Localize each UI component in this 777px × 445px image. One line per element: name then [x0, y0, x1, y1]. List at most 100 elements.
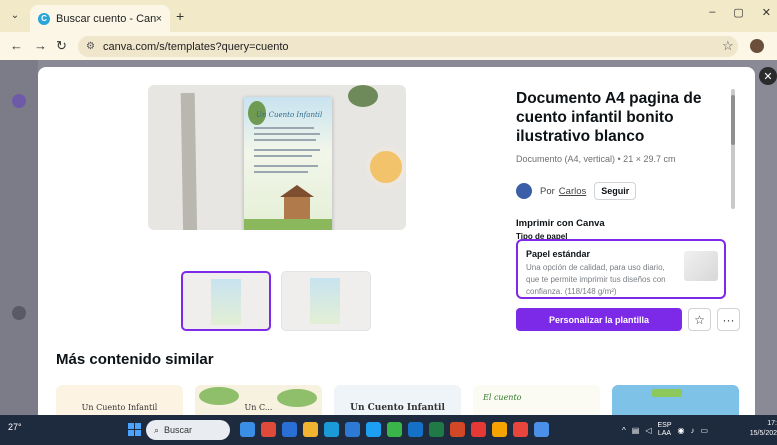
similar-card[interactable] — [612, 385, 739, 415]
tab-title: Buscar cuento - Canva — [56, 12, 156, 25]
forward-icon[interactable]: → — [34, 38, 47, 53]
author-link[interactable]: Carlos — [559, 186, 586, 197]
start-icon[interactable] — [128, 423, 141, 436]
lang-line2: LAA — [657, 430, 672, 437]
app-icon[interactable] — [282, 422, 297, 437]
template-title: Documento A4 pagina de cuento infantil b… — [516, 90, 702, 145]
thumbnail-doc — [310, 278, 340, 324]
clock-time: 17: — [767, 420, 777, 427]
preview-doc-title: Un Cuento Infantil — [256, 111, 323, 119]
maximize-icon[interactable]: ▢ — [733, 6, 743, 19]
bookmark-star-icon[interactable]: ☆ — [722, 38, 734, 54]
preview-ruler — [180, 92, 198, 230]
card-label: Un Cuento Infantil — [350, 403, 445, 413]
template-info-panel: Documento A4 pagina de cuento infantil b… — [516, 89, 731, 299]
widgets-icon[interactable] — [240, 422, 255, 437]
sidebar-avatar-icon — [12, 94, 26, 108]
doc-text-line — [254, 149, 320, 151]
preview-document: Un Cuento Infantil — [244, 97, 332, 230]
similar-card[interactable]: Un Cuento Infantil — [56, 385, 183, 415]
url-input[interactable]: ⚙ canva.com/s/templates?query=cuento — [78, 36, 738, 57]
preview-thumbnails — [181, 271, 371, 331]
powerpoint-icon[interactable] — [450, 422, 465, 437]
scrollbar-thumb[interactable] — [731, 95, 735, 145]
card-banner-decoration — [652, 389, 682, 397]
taskbar-search[interactable]: ⌕ Buscar — [146, 420, 230, 440]
system-tray: ^ ▤ ◁ ESP LAA ◉ ♪ ▭ — [622, 422, 708, 438]
doc-text-line — [254, 133, 320, 135]
favorite-star-icon[interactable]: ☆ — [688, 308, 711, 331]
info-scrollbar[interactable] — [731, 89, 735, 209]
tray-chevron-icon[interactable]: ^ — [622, 426, 626, 435]
weather-widget[interactable]: 27° — [8, 422, 22, 432]
similar-card[interactable]: El cuento — [473, 385, 600, 415]
chrome-icon[interactable] — [513, 422, 528, 437]
app-icon[interactable] — [366, 422, 381, 437]
doc-text-line — [254, 171, 308, 173]
canva-favicon-icon: C — [38, 12, 50, 25]
app-icon[interactable] — [387, 422, 402, 437]
paper-name: Papel estándar — [526, 249, 591, 259]
app-icon[interactable] — [261, 422, 276, 437]
word-icon[interactable] — [408, 422, 423, 437]
card-label: Un C... — [244, 403, 273, 412]
action-row: Personalizar la plantilla ☆ ··· — [516, 308, 740, 331]
app-icon[interactable] — [492, 422, 507, 437]
site-info-icon[interactable]: ⚙ — [86, 41, 95, 52]
card-label: Un Cuento Infantil — [81, 403, 158, 412]
author-avatar[interactable] — [516, 183, 532, 199]
thumbnail-doc — [211, 279, 241, 325]
template-modal: Un Cuento Infantil Más contenido similar… — [38, 67, 755, 415]
paper-option-card[interactable]: Papel estándar Una opción de calidad, pa… — [516, 239, 726, 299]
template-preview[interactable]: Un Cuento Infantil — [148, 85, 406, 230]
file-explorer-icon[interactable] — [303, 422, 318, 437]
reload-icon[interactable]: ↻ — [56, 38, 67, 54]
thumbnail-2[interactable] — [281, 271, 371, 331]
profile-avatar[interactable] — [750, 39, 764, 53]
more-options-icon[interactable]: ··· — [717, 308, 740, 331]
app-icon[interactable] — [534, 422, 549, 437]
similar-card[interactable]: Un C... — [195, 385, 322, 415]
preview-leaf-decoration — [348, 85, 378, 107]
wifi-icon[interactable]: ◉ — [678, 426, 685, 435]
edge-icon[interactable] — [324, 422, 339, 437]
similar-card[interactable]: Un Cuento Infantil — [334, 385, 461, 415]
customize-template-button[interactable]: Personalizar la plantilla — [516, 308, 682, 331]
template-meta: Documento (A4, vertical) • 21 × 29.7 cm — [516, 154, 676, 164]
print-heading: Imprimir con Canva — [516, 218, 605, 229]
paper-description: Una opción de calidad, para uso diario, … — [526, 263, 666, 296]
card-label: El cuento — [483, 393, 522, 402]
speaker-icon[interactable]: ♪ — [690, 426, 694, 435]
store-icon[interactable] — [345, 422, 360, 437]
thumbnail-1[interactable] — [181, 271, 271, 331]
browser-tab[interactable]: C Buscar cuento - Canva × — [30, 5, 170, 32]
doc-text-line — [254, 139, 316, 141]
paper-stack-image — [684, 251, 718, 281]
clock[interactable]: 17: 15/5/202 — [744, 419, 777, 439]
doc-grass-illustration — [244, 219, 332, 230]
taskbar-apps — [240, 422, 549, 437]
language-indicator[interactable]: ESP LAA — [657, 422, 671, 438]
battery-icon[interactable]: ▭ — [700, 426, 708, 435]
network-icon[interactable]: ▤ — [632, 426, 640, 435]
follow-button[interactable]: Seguir — [594, 182, 637, 200]
clock-date: 15/5/202 — [749, 430, 777, 437]
windows-taskbar: 27° ⌕ Buscar ^ ▤ ◁ ESP LAA ◉ ♪ ▭ 17: 15/… — [0, 415, 777, 445]
tab-close-icon[interactable]: × — [156, 13, 162, 25]
back-icon[interactable]: ← — [10, 38, 23, 53]
new-tab-button[interactable]: + — [176, 8, 184, 24]
window-close-icon[interactable]: ✕ — [762, 6, 771, 19]
volume-icon[interactable]: ◁ — [645, 426, 651, 435]
tab-list-icon[interactable]: ⌄ — [8, 10, 22, 24]
author-row: Por Carlos Seguir — [516, 182, 731, 200]
preview-tea-cup — [366, 147, 406, 187]
lang-line1: ESP — [657, 422, 672, 429]
similar-heading: Más contenido similar — [56, 351, 214, 368]
modal-close-icon[interactable]: ✕ — [759, 67, 777, 85]
doc-text-line — [254, 165, 318, 167]
doc-text-line — [254, 155, 312, 157]
minimize-icon[interactable]: – — [709, 6, 715, 19]
excel-icon[interactable] — [429, 422, 444, 437]
app-icon[interactable] — [471, 422, 486, 437]
taskbar-search-placeholder: Buscar — [164, 425, 193, 435]
